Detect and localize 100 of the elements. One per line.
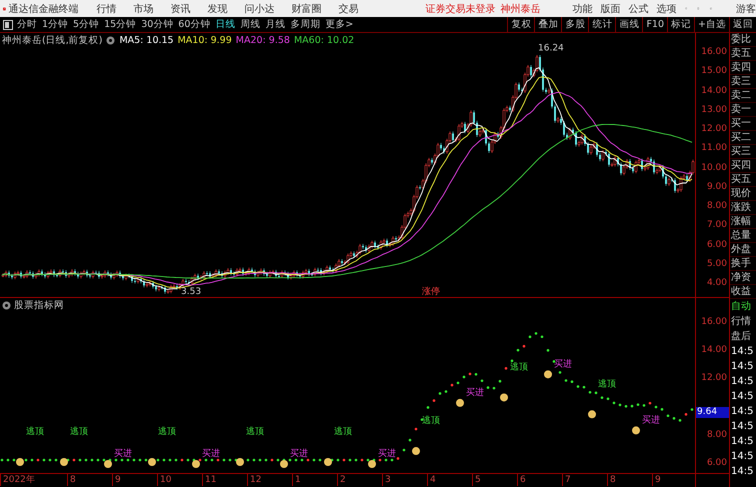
quote-field-label: 买一 xyxy=(730,117,756,131)
toolbar-button[interactable]: F10 xyxy=(642,16,668,32)
menu-item[interactable]: 行情 xyxy=(96,2,117,16)
quote-field-label: 卖二 xyxy=(730,89,756,103)
quote-field-label: 卖一 xyxy=(730,103,756,117)
axis-label: 9 xyxy=(652,474,661,486)
price-axis-label: 7.00 xyxy=(706,220,727,230)
menu-item[interactable]: 发现 xyxy=(208,2,228,16)
toolbar-button[interactable]: 叠加 xyxy=(534,16,562,32)
period-tab[interactable]: 月线 xyxy=(265,18,286,31)
buy-signal-label: 买进 xyxy=(642,415,660,426)
toolbar-button[interactable]: 统计 xyxy=(588,16,616,32)
moving-average-value: MA10: 9.99 xyxy=(178,35,232,46)
menu-item[interactable]: 财富圈 xyxy=(292,2,322,16)
period-tab[interactable]: 30分钟 xyxy=(141,18,174,31)
quote-field-label: 现价 xyxy=(730,187,756,201)
trade-time: 14:5 xyxy=(730,450,754,464)
mode-tab[interactable]: 盘后 xyxy=(730,329,756,344)
top-signal-label: 逃顶 xyxy=(334,427,352,437)
period-tab[interactable]: 15分钟 xyxy=(104,18,136,31)
price-axis-label: 5.00 xyxy=(706,258,727,269)
moving-average-value: MA60: 10.02 xyxy=(294,35,354,46)
trade-time: 14:5 xyxy=(730,360,754,374)
menu-item[interactable]: 功能 xyxy=(572,2,593,16)
quote-field-label: 委比 xyxy=(730,33,756,47)
axis-label: 3 xyxy=(382,474,391,486)
quote-field-label: 买二 xyxy=(730,131,756,145)
top-signal-label: 逃顶 xyxy=(246,427,264,437)
trade-time: 14:5 xyxy=(730,435,754,449)
period-tab[interactable]: 60分钟 xyxy=(178,18,210,31)
mode-tab[interactable]: 行情 xyxy=(730,314,756,329)
stock-title: 神州泰岳(日线,前复权) xyxy=(2,34,102,47)
period-tab[interactable]: 1分钟 xyxy=(42,18,68,31)
menu-item[interactable]: 公式 xyxy=(628,2,649,16)
period-tab[interactable]: 分时 xyxy=(17,18,37,31)
quote-field-label: 外盘 xyxy=(730,243,756,257)
toolbar-button[interactable]: 复权 xyxy=(507,16,534,32)
top-signal-label: 逃顶 xyxy=(70,427,88,437)
moving-average-value: MA20: 9.58 xyxy=(236,35,290,46)
moving-average-value: MA5: 10.15 xyxy=(119,35,174,46)
menu-item[interactable]: 交易 xyxy=(338,2,359,16)
axis-label: 1 xyxy=(292,474,301,486)
axis-label: 7 xyxy=(562,474,571,486)
buy-signal-label: 买进 xyxy=(378,449,396,459)
period-tab[interactable]: 日线 xyxy=(215,18,236,31)
trade-time: 14:5 xyxy=(730,405,754,419)
axis-label: 6 xyxy=(517,474,526,486)
quote-field-label: 卖五 xyxy=(730,47,756,61)
price-axis-label: 12.00 xyxy=(701,124,727,134)
period-tab[interactable]: 多周期 xyxy=(290,18,320,31)
axis-label: 11 xyxy=(202,474,216,486)
menu-item[interactable]: 资讯 xyxy=(170,2,191,16)
trade-time: 14:5 xyxy=(730,420,754,434)
toolbar-button[interactable]: +自选 xyxy=(694,16,729,32)
period-tab[interactable]: 更多> xyxy=(325,18,354,31)
top-signal-label: 逃顶 xyxy=(422,416,440,426)
price-axis-label: 14.00 xyxy=(701,345,727,356)
high-price-label: 16.24 xyxy=(538,43,564,54)
limit-up-marker: 涨停 xyxy=(422,287,440,297)
axis-label: 8 xyxy=(67,474,76,486)
login-status[interactable]: 证券交易未登录 xyxy=(426,2,496,16)
top-signal-label: 逃顶 xyxy=(26,427,44,437)
user-label[interactable]: 游客 xyxy=(736,2,756,16)
price-axis-label: 15.00 xyxy=(701,66,727,76)
price-axis-label: 16.00 xyxy=(701,317,727,327)
buy-signal-label: 买进 xyxy=(114,449,132,459)
trade-time: 14:5 xyxy=(730,390,754,404)
trade-time: 14:5 xyxy=(730,465,754,479)
price-axis-label: 13.00 xyxy=(701,104,727,115)
quote-field-label: 收益 xyxy=(730,285,756,299)
price-axis-label: 8.00 xyxy=(706,430,727,440)
axis-label: 9 xyxy=(112,474,121,486)
price-axis-label: 8.00 xyxy=(706,201,727,211)
toolbar-button[interactable]: 多股 xyxy=(561,16,588,32)
menu-item[interactable]: 市场 xyxy=(134,2,154,16)
quote-field-label: 买四 xyxy=(730,159,756,173)
axis-label: 5 xyxy=(472,474,481,486)
menu-item[interactable]: 问小达 xyxy=(244,2,275,16)
price-axis-label: 9.00 xyxy=(706,182,727,192)
trade-time: 14:5 xyxy=(730,375,754,389)
trade-time: 14:5 xyxy=(730,345,754,359)
current-price-label: 9.64 xyxy=(696,406,729,418)
price-axis-label: 10.00 xyxy=(701,162,727,172)
axis-label: 10 xyxy=(157,474,172,486)
quote-field-label: 换手 xyxy=(730,257,756,271)
axis-label: 4 xyxy=(427,474,436,486)
price-axis-label: 6.00 xyxy=(706,240,727,250)
toolbar-button[interactable]: 返回 xyxy=(729,16,756,32)
buy-signal-label: 买进 xyxy=(466,388,484,398)
toolbar-button[interactable]: 画线 xyxy=(615,16,642,32)
quote-field-label: 买三 xyxy=(730,145,756,159)
period-tab[interactable]: 周线 xyxy=(240,18,260,31)
quote-field-label: 涨跌 xyxy=(730,201,756,215)
menu-item[interactable]: 版面 xyxy=(600,2,621,16)
mode-tab[interactable]: 自动 xyxy=(730,299,756,314)
period-tab[interactable]: 5分钟 xyxy=(73,18,100,31)
toolbar-button[interactable]: 标记 xyxy=(667,16,694,32)
buy-signal-label: 买进 xyxy=(202,449,220,459)
axis-label: 12 xyxy=(247,474,262,486)
menu-item[interactable]: 选项 xyxy=(656,2,677,16)
